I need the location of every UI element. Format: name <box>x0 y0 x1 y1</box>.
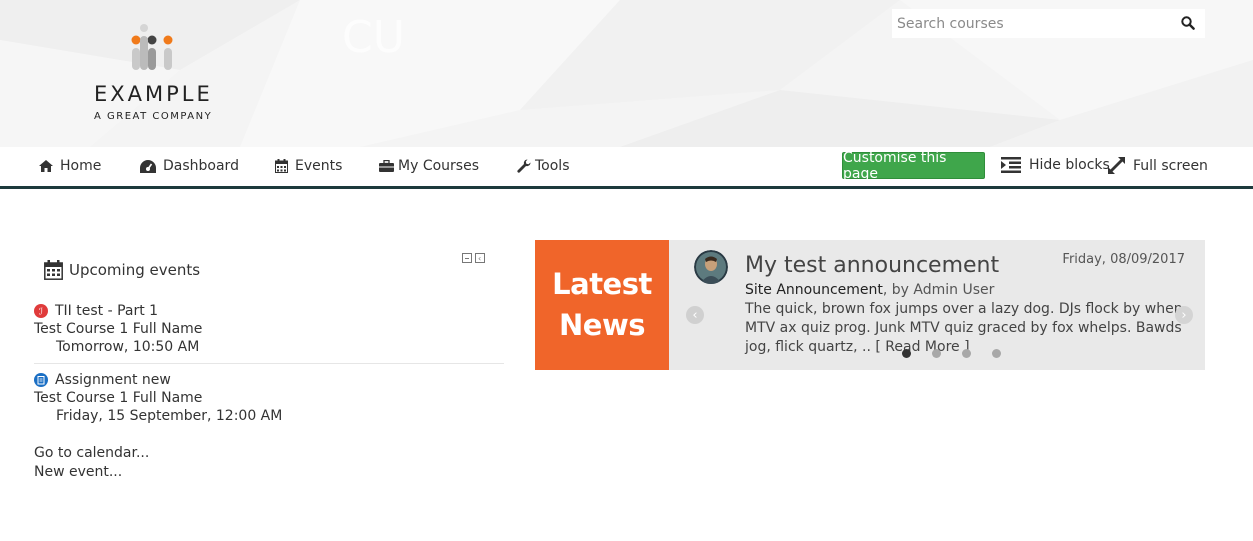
chevron-left-icon: ‹ <box>692 307 698 323</box>
search-icon[interactable] <box>1181 16 1195 30</box>
chevron-right-icon: › <box>1181 307 1187 323</box>
nav-tools-label: Tools <box>535 158 570 174</box>
nav-home[interactable]: Home <box>39 158 101 174</box>
slide-dot[interactable] <box>902 349 911 358</box>
calendar-icon <box>275 159 288 173</box>
logo-tagline: A GREAT COMPANY <box>94 111 213 122</box>
nav-dashboard[interactable]: Dashboard <box>140 158 239 174</box>
dashboard-icon <box>140 159 156 173</box>
new-event-link[interactable]: New event... <box>34 464 122 480</box>
nav-home-label: Home <box>60 158 102 174</box>
upcoming-events-block: Upcoming events ‹ ℐ TII test - Part 1 Te… <box>34 240 504 500</box>
assignment-icon <box>34 373 48 387</box>
latest-news-label-line1: Latest <box>552 267 652 301</box>
event-course-link[interactable]: Test Course 1 Full Name <box>34 321 504 337</box>
nav-dashboard-label: Dashboard <box>163 158 239 174</box>
event-link[interactable]: TII test - Part 1 <box>55 303 158 319</box>
previous-slide-button[interactable]: ‹ <box>686 306 704 324</box>
block-controls: ‹ <box>462 253 485 263</box>
announcement-title[interactable]: My test announcement <box>745 253 999 278</box>
latest-news-label: Latest News <box>535 240 669 370</box>
home-icon <box>39 160 53 172</box>
go-to-calendar-link[interactable]: Go to calendar... <box>34 445 149 461</box>
nav-tools[interactable]: Tools <box>517 158 570 174</box>
nav-events-label: Events <box>295 158 343 174</box>
hide-blocks-label: Hide blocks <box>1029 157 1110 173</box>
indent-icon <box>1001 157 1021 173</box>
upcoming-events-title: Upcoming events <box>69 261 201 279</box>
collapse-block-icon[interactable] <box>462 253 472 263</box>
wrench-icon <box>517 159 531 173</box>
calendar-icon <box>44 260 63 280</box>
customise-page-button[interactable]: Customise this page <box>842 150 985 182</box>
hide-blocks-button[interactable]: Hide blocks <box>1001 157 1110 173</box>
full-screen-button[interactable]: Full screen <box>1108 157 1208 174</box>
latest-news-label-line2: News <box>559 308 646 342</box>
slide-dot[interactable] <box>992 349 1001 358</box>
slide-dot[interactable] <box>932 349 941 358</box>
logo-wordmark: EXAMPLE <box>94 82 213 106</box>
announcement-byline: Site Announcement, by Admin User <box>745 282 994 298</box>
event-course-link[interactable]: Test Course 1 Full Name <box>34 390 504 406</box>
event-item: Assignment new Test Course 1 Full Name F… <box>34 372 504 424</box>
nav-my-courses[interactable]: My Courses <box>379 158 479 174</box>
turnitin-icon: ℐ <box>34 304 48 318</box>
divider <box>34 363 504 364</box>
dock-block-icon[interactable]: ‹ <box>475 253 485 263</box>
author-text: , by Admin User <box>882 282 995 298</box>
event-date: Friday, 15 September, 12:00 AM <box>56 408 283 424</box>
svg-text:ℐ: ℐ <box>39 308 43 318</box>
latest-news-slider: Latest News My test announcement Friday,… <box>535 240 1205 370</box>
slide-indicators <box>902 349 1001 358</box>
briefcase-icon <box>379 160 394 172</box>
event-date: Tomorrow, 10:50 AM <box>56 339 200 355</box>
avatar[interactable] <box>694 250 728 284</box>
next-slide-button[interactable]: › <box>1175 306 1193 324</box>
block-title: Upcoming events <box>44 260 200 280</box>
search-input[interactable] <box>892 9 1172 38</box>
announcement-date: Friday, 08/09/2017 <box>1062 252 1185 267</box>
event-item: ℐ TII test - Part 1 Test Course 1 Full N… <box>34 303 504 355</box>
nav-events[interactable]: Events <box>275 158 342 174</box>
full-screen-label: Full screen <box>1133 157 1208 174</box>
forum-name[interactable]: Site Announcement <box>745 282 883 298</box>
nav-my-courses-label: My Courses <box>398 158 479 174</box>
search-box <box>892 9 1205 38</box>
slide-dot[interactable] <box>962 349 971 358</box>
svg-text:CU: CU <box>342 12 405 63</box>
event-link[interactable]: Assignment new <box>55 372 171 388</box>
site-header: CU EXAMPLE A GREAT COMPANY <box>0 0 1253 147</box>
expand-icon <box>1108 157 1125 174</box>
